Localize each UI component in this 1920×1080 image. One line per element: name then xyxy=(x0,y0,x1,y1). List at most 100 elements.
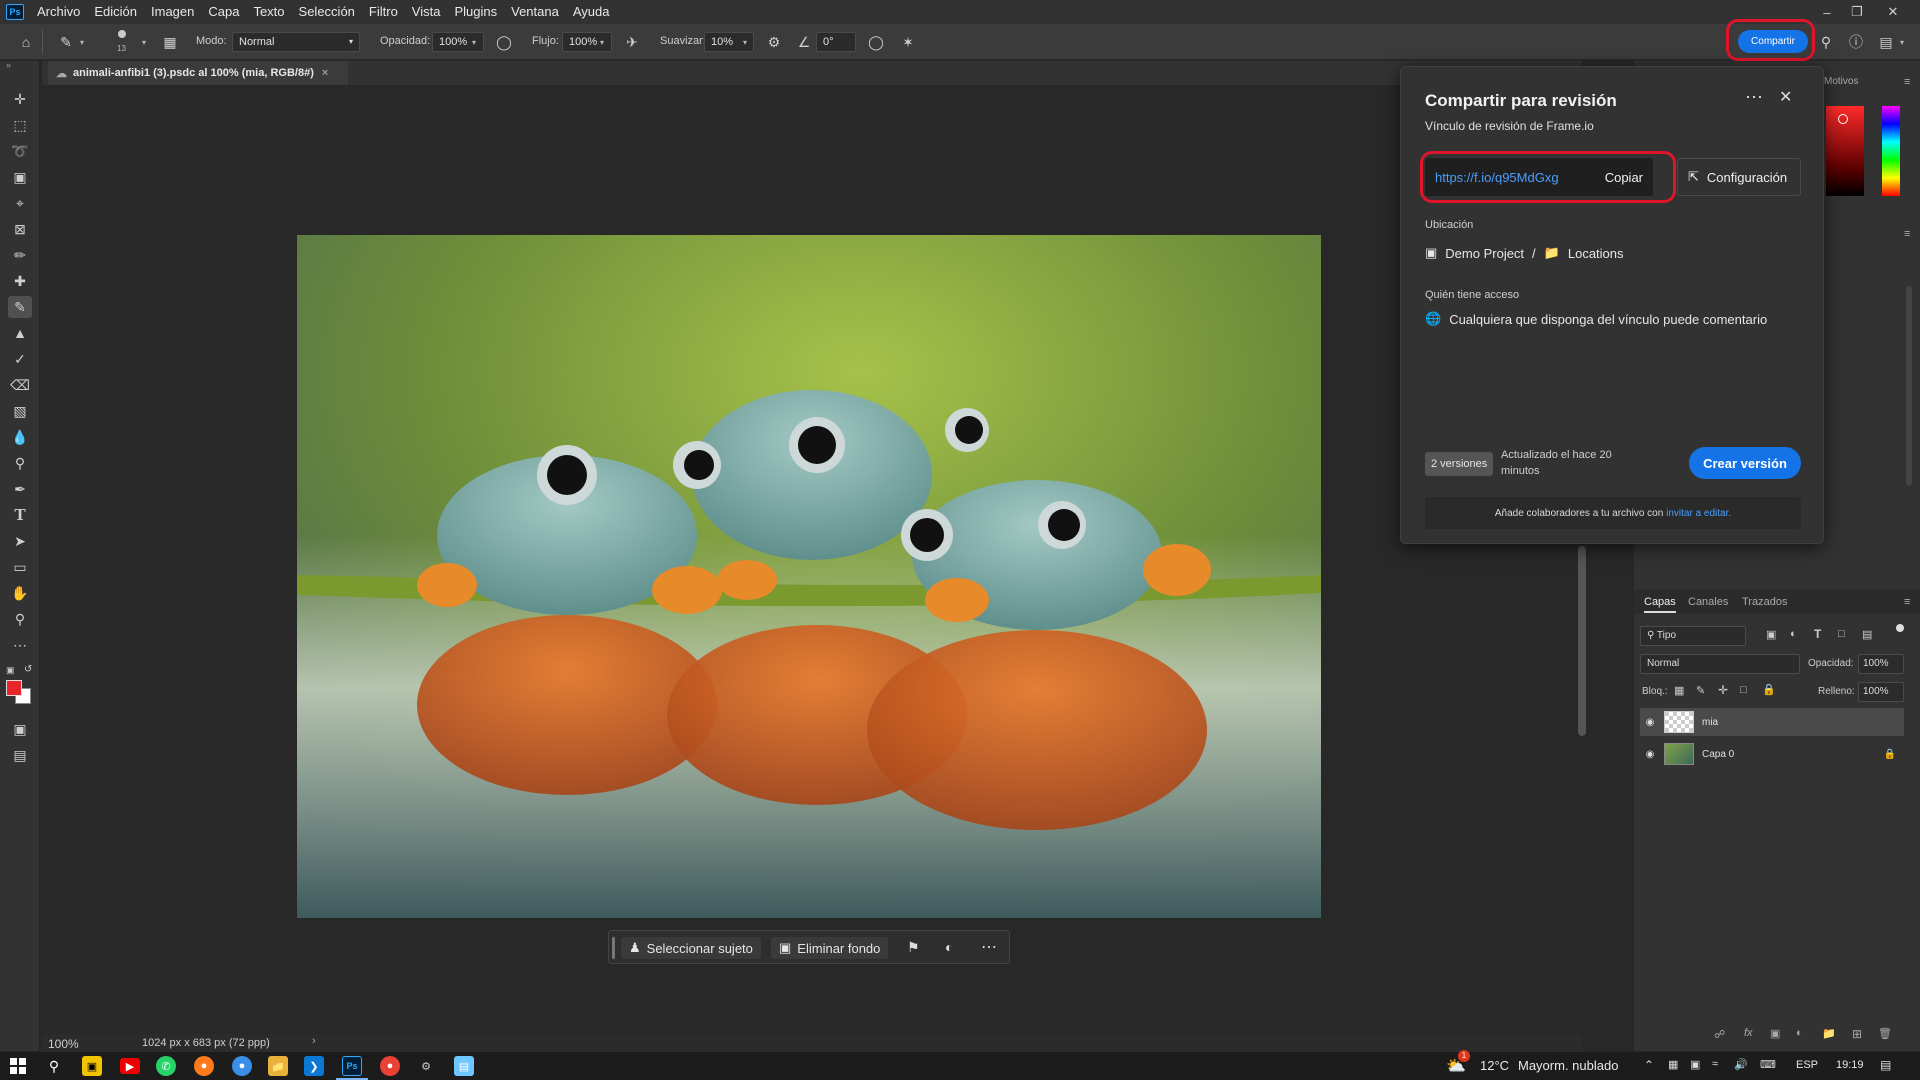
swap-colors-icon[interactable]: ↺ xyxy=(24,664,32,675)
symmetry-icon[interactable]: ✶ xyxy=(898,32,918,52)
object-selection-tool-icon[interactable]: ▣ xyxy=(8,166,32,188)
app-icon[interactable]: ⚙ xyxy=(416,1056,436,1076)
brush-tool-preset-icon[interactable]: ✎ xyxy=(56,32,76,52)
menu-filtro[interactable]: Filtro xyxy=(362,0,405,24)
more-options-icon[interactable]: ⋯ xyxy=(1745,87,1763,108)
restore-icon[interactable]: ❐ xyxy=(1842,0,1872,24)
layer-opacity-input[interactable]: 100% xyxy=(1858,654,1904,674)
folder-name[interactable]: Locations xyxy=(1568,246,1624,261)
panel-menu-icon[interactable]: ≡ xyxy=(1904,76,1910,88)
chrome-icon[interactable]: ● xyxy=(232,1056,252,1076)
panel-menu-icon[interactable]: ≡ xyxy=(1904,228,1910,240)
link-layers-icon[interactable]: ☍ xyxy=(1714,1028,1725,1041)
motivos-tab[interactable]: Motivos xyxy=(1824,76,1858,87)
tray-app-icon[interactable]: ▣ xyxy=(1690,1058,1700,1071)
lock-position-icon[interactable]: ✛ xyxy=(1718,683,1728,697)
lock-artboard-icon[interactable]: □ xyxy=(1740,684,1747,696)
brush-tool-icon[interactable]: ✎ xyxy=(8,296,32,318)
invite-to-edit-link[interactable]: invitar a editar. xyxy=(1666,508,1731,519)
frame-tool-icon[interactable]: ⊠ xyxy=(8,218,32,240)
layer-name[interactable]: Capa 0 xyxy=(1702,749,1884,760)
history-brush-tool-icon[interactable]: ✓ xyxy=(8,348,32,370)
firefox-icon[interactable]: ● xyxy=(194,1056,214,1076)
document-tab[interactable]: ☁ animali-anfibi1 (3).psdc al 100% (mia,… xyxy=(48,61,348,85)
adjustment-icon[interactable]: ◐ xyxy=(945,939,953,955)
filter-type-icon[interactable]: T xyxy=(1814,627,1821,641)
marquee-tool-icon[interactable]: ⬚ xyxy=(8,114,32,136)
opacity-input[interactable]: 100% xyxy=(432,32,484,52)
new-layer-icon[interactable]: ⊞ xyxy=(1852,1027,1862,1041)
photoshop-taskbar-icon[interactable]: Ps xyxy=(342,1056,362,1076)
whatsapp-icon[interactable]: ✆ xyxy=(156,1056,176,1076)
layer-row[interactable]: ◉ mia xyxy=(1640,708,1904,736)
more-tools-icon[interactable]: ⋯ xyxy=(8,634,32,656)
chevron-down-icon[interactable]: ▾ xyxy=(472,38,476,47)
collapse-icon[interactable]: » xyxy=(6,60,11,70)
fx-icon[interactable]: fx xyxy=(1744,1027,1753,1039)
menu-capa[interactable]: Capa xyxy=(201,0,246,24)
layer-name[interactable]: mia xyxy=(1702,717,1718,728)
share-button[interactable]: Compartir xyxy=(1738,30,1808,53)
canvas-image[interactable] xyxy=(297,235,1321,918)
create-version-button[interactable]: Crear versión xyxy=(1689,447,1801,479)
fill-input[interactable]: 100% xyxy=(1858,682,1904,702)
new-group-icon[interactable]: 📁 xyxy=(1822,1027,1836,1040)
chevron-up-icon[interactable]: ⌃ xyxy=(1644,1058,1654,1072)
dodge-tool-icon[interactable]: ⚲ xyxy=(8,452,32,474)
lasso-tool-icon[interactable]: ➰ xyxy=(8,140,32,162)
mode-select[interactable]: Normal ▾ xyxy=(232,32,360,52)
healing-brush-tool-icon[interactable]: ✚ xyxy=(8,270,32,292)
color-picker-cursor[interactable] xyxy=(1838,114,1848,124)
type-tool-icon[interactable]: T xyxy=(8,504,32,526)
add-mask-icon[interactable]: ▣ xyxy=(1770,1027,1780,1040)
notepad-icon[interactable]: ▤ xyxy=(454,1056,474,1076)
zoom-tool-icon[interactable]: ⚲ xyxy=(8,608,32,630)
keyboard-icon[interactable]: ⌨ xyxy=(1760,1058,1776,1071)
close-icon[interactable]: ✕ xyxy=(1779,87,1792,107)
clone-stamp-tool-icon[interactable]: ▲ xyxy=(8,322,32,344)
chevron-down-icon[interactable]: ▾ xyxy=(142,38,146,47)
quick-mask-icon[interactable]: ▣ xyxy=(8,718,32,740)
pen-tool-icon[interactable]: ✒ xyxy=(8,478,32,500)
notifications-icon[interactable]: ▤ xyxy=(1880,1058,1891,1072)
menu-vista[interactable]: Vista xyxy=(405,0,448,24)
configuration-button[interactable]: ⇱ Configuración xyxy=(1677,158,1801,196)
workspace-icon[interactable]: ▤ xyxy=(1876,32,1896,52)
tab-canales[interactable]: Canales xyxy=(1688,596,1728,608)
chrome-profile-icon[interactable]: ● xyxy=(380,1056,400,1076)
document-info[interactable]: 1024 px x 683 px (72 ppp) xyxy=(142,1037,270,1049)
panel-scrollbar[interactable] xyxy=(1906,286,1912,486)
path-selection-tool-icon[interactable]: ➤ xyxy=(8,530,32,552)
input-language[interactable]: ESP xyxy=(1796,1059,1818,1071)
pressure-opacity-icon[interactable]: ◯ xyxy=(494,32,514,52)
brush-panel-icon[interactable]: ▦ xyxy=(160,32,180,52)
chevron-down-icon[interactable]: ▾ xyxy=(743,38,747,47)
wifi-icon[interactable]: ≈ xyxy=(1712,1058,1718,1070)
chevron-down-icon[interactable]: ▾ xyxy=(1900,38,1904,47)
blur-tool-icon[interactable]: 💧 xyxy=(8,426,32,448)
minimize-icon[interactable]: – xyxy=(1812,0,1842,24)
gradient-tool-icon[interactable]: ▧ xyxy=(8,400,32,422)
filter-shape-icon[interactable]: □ xyxy=(1838,628,1845,640)
panel-menu-icon[interactable]: ≡ xyxy=(1904,596,1910,608)
filter-pixel-icon[interactable]: ▣ xyxy=(1766,628,1776,641)
hand-tool-icon[interactable]: ✋ xyxy=(8,582,32,604)
gear-icon[interactable]: ⚙ xyxy=(764,32,784,52)
tray-app-icon[interactable]: ▦ xyxy=(1668,1058,1678,1071)
eyedropper-tool-icon[interactable]: ✏ xyxy=(8,244,32,266)
brush-tip-icon[interactable] xyxy=(118,30,126,38)
rectangle-tool-icon[interactable]: ▭ xyxy=(8,556,32,578)
crop-tool-icon[interactable]: ⌖ xyxy=(8,192,32,214)
file-explorer-icon[interactable]: 📁 xyxy=(268,1056,288,1076)
layer-filter-select[interactable]: ⚲ Tipo xyxy=(1640,626,1746,646)
drag-handle[interactable] xyxy=(612,937,615,959)
menu-texto[interactable]: Texto xyxy=(246,0,291,24)
close-window-icon[interactable]: ✕ xyxy=(1878,0,1908,24)
eraser-tool-icon[interactable]: ⌫ xyxy=(8,374,32,396)
search-icon[interactable]: ⚲ xyxy=(44,1056,64,1076)
sticky-notes-icon[interactable]: ▣ xyxy=(82,1056,102,1076)
chevron-down-icon[interactable]: ▾ xyxy=(80,38,84,47)
adjustment-layer-icon[interactable]: ◐ xyxy=(1796,1027,1803,1039)
windows-start-icon[interactable] xyxy=(8,1056,28,1076)
vertical-scrollbar[interactable] xyxy=(1578,546,1586,736)
